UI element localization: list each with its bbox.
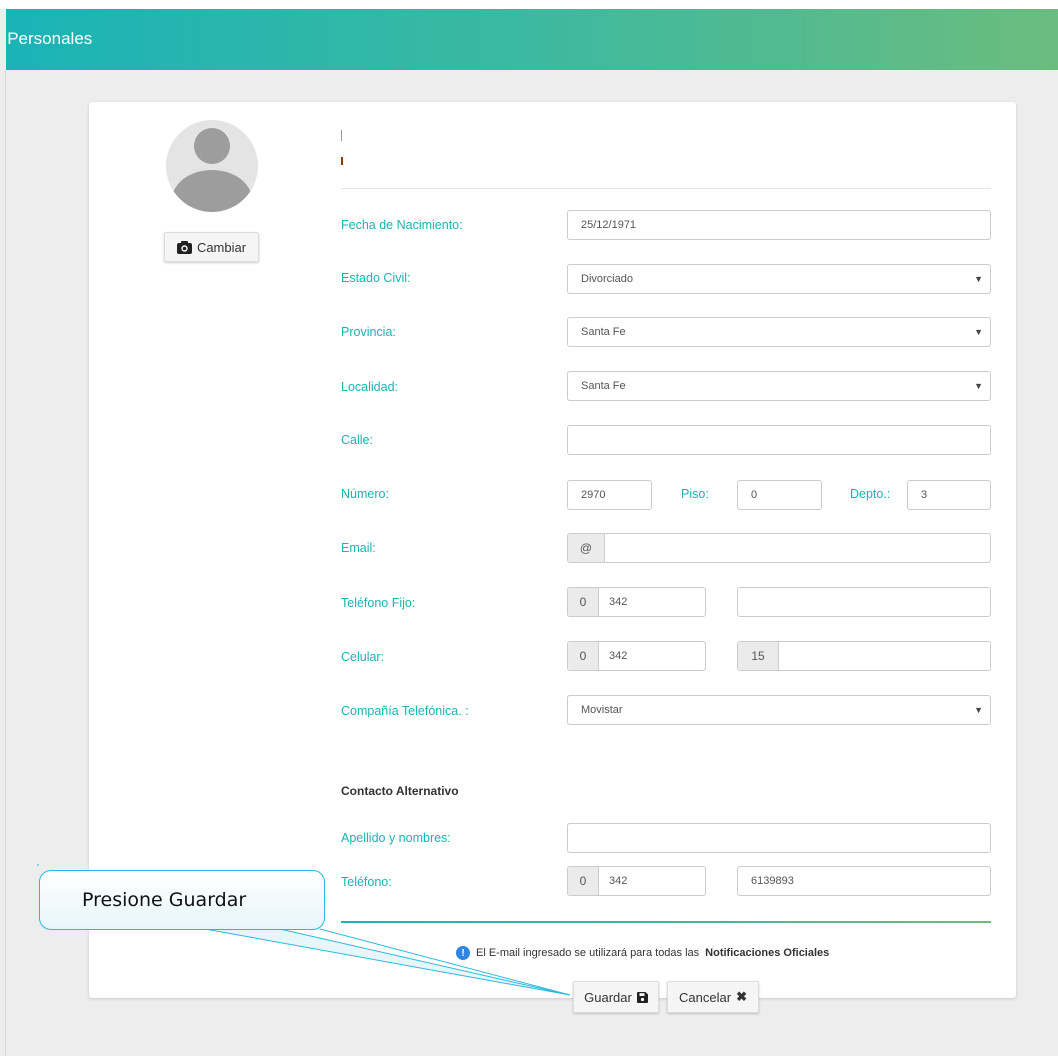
email-label: Email:	[341, 541, 376, 555]
alt-name-label: Apellido y nombres:	[341, 831, 451, 845]
birthdate-label: Fecha de Nacimiento:	[341, 218, 463, 232]
alt-name-input[interactable]	[567, 823, 991, 853]
landline-number-input[interactable]	[737, 587, 991, 617]
email-notice: ! El E-mail ingresado se utilizará para …	[456, 946, 829, 960]
number-input[interactable]: 2970	[567, 480, 652, 510]
floor-label: Piso:	[681, 487, 709, 501]
chevron-down-icon: ▼	[974, 381, 983, 391]
number-label: Número:	[341, 487, 389, 501]
email-field[interactable]: @	[567, 533, 991, 563]
alt-phone-area-value: 342	[609, 875, 628, 887]
floor-input[interactable]: 0	[737, 480, 822, 510]
notice-text: El E-mail ingresado se utilizará para to…	[476, 947, 700, 959]
change-photo-button[interactable]: Cambiar	[164, 232, 259, 262]
mobile-prefix-15: 15	[738, 642, 779, 670]
avatar	[166, 120, 258, 212]
apartment-label: Depto.:	[850, 487, 891, 501]
page-header: s Personales	[6, 9, 1058, 70]
chevron-down-icon: ▼	[974, 274, 983, 284]
mobile-area-field[interactable]: 0 342	[567, 641, 706, 671]
street-label: Calle:	[341, 433, 373, 447]
notice-bold-text: Notificaciones Oficiales	[705, 947, 830, 959]
close-icon: ✖	[736, 989, 747, 1004]
save-button[interactable]: Guardar	[573, 981, 659, 1013]
birthdate-input[interactable]: 25/12/1971	[567, 210, 991, 240]
chevron-down-icon: ▼	[974, 705, 983, 715]
save-button-label: Guardar	[584, 989, 632, 1005]
alt-phone-number-input[interactable]: 6139893	[737, 866, 991, 896]
carrier-label: Compañía Telefónica. :	[341, 704, 469, 718]
alt-phone-label: Teléfono:	[341, 875, 392, 889]
landline-prefix: 0	[568, 588, 599, 616]
mobile-area-value: 342	[609, 650, 628, 662]
locality-value: Santa Fe	[581, 380, 626, 392]
marital-status-value: Divorciado	[581, 273, 633, 285]
carrier-value: Movistar	[581, 704, 623, 716]
instruction-callout: Presione Guardar	[39, 870, 325, 930]
change-photo-label: Cambiar	[196, 239, 247, 255]
landline-area-field[interactable]: 0 342	[567, 587, 706, 617]
form-divider	[341, 921, 991, 923]
carrier-select[interactable]: Movistar ▼	[567, 695, 991, 725]
name-placeholder-line	[341, 130, 342, 141]
avatar-body	[172, 170, 252, 212]
left-border	[5, 70, 6, 1056]
landline-label: Teléfono Fijo:	[341, 596, 416, 610]
cancel-button[interactable]: Cancelar ✖	[667, 981, 759, 1013]
marital-status-label: Estado Civil:	[341, 271, 411, 285]
mobile-number-value	[779, 642, 789, 670]
text-cursor	[341, 157, 343, 165]
marital-status-select[interactable]: Divorciado ▼	[567, 264, 991, 294]
info-icon: !	[456, 946, 470, 960]
email-value	[605, 534, 615, 562]
page-title: s Personales	[6, 29, 93, 48]
mobile-label: Celular:	[341, 650, 385, 664]
avatar-head	[194, 128, 230, 164]
cancel-button-label: Cancelar	[679, 989, 732, 1005]
locality-select[interactable]: Santa Fe ▼	[567, 371, 991, 401]
callout-text: Presione Guardar	[82, 889, 247, 911]
floppy-disk-icon	[636, 991, 648, 1003]
apartment-input[interactable]: 3	[907, 480, 991, 510]
top-strip	[0, 0, 1058, 9]
header-divider	[341, 188, 991, 189]
alt-phone-area-field[interactable]: 0 342	[567, 866, 706, 896]
province-label: Provincia:	[341, 325, 396, 339]
street-input[interactable]	[567, 425, 991, 455]
alt-contact-title: Contacto Alternativo	[341, 784, 459, 798]
alt-phone-prefix: 0	[568, 867, 599, 895]
camera-icon	[176, 240, 192, 254]
chevron-down-icon: ▼	[974, 327, 983, 337]
mobile-number-field[interactable]: 15	[737, 641, 991, 671]
province-select[interactable]: Santa Fe ▼	[567, 317, 991, 347]
at-sign-addon: @	[568, 534, 605, 562]
mobile-prefix: 0	[568, 642, 599, 670]
province-value: Santa Fe	[581, 326, 626, 338]
landline-area-value: 342	[609, 596, 628, 608]
locality-label: Localidad:	[341, 380, 398, 394]
